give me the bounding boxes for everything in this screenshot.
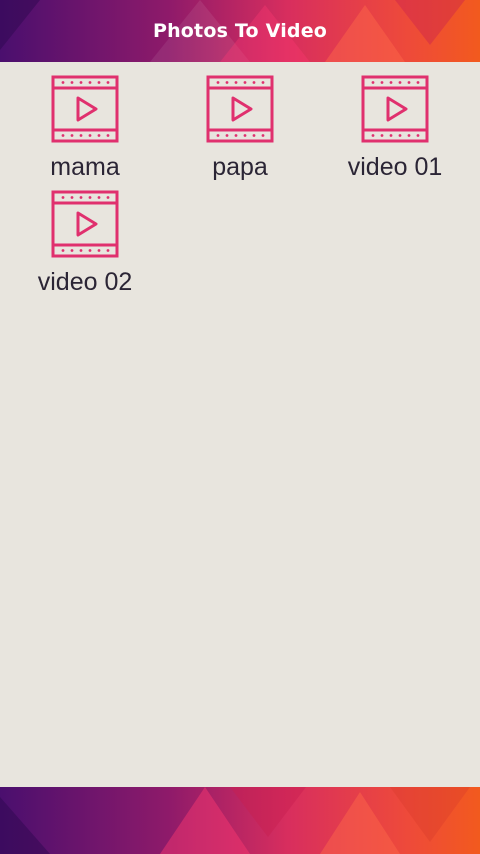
app-footer <box>0 787 480 854</box>
video-item[interactable]: video 02 <box>15 177 155 296</box>
video-item-label: papa <box>212 153 268 181</box>
video-item-label: video 01 <box>347 153 443 181</box>
video-film-icon <box>51 75 119 143</box>
footer-background <box>0 787 480 854</box>
video-item[interactable]: mama <box>15 62 155 181</box>
app-screen: Photos To Video mama papa video 01 video 02 <box>0 0 480 854</box>
video-film-icon <box>206 75 274 143</box>
app-header: Photos To Video <box>0 0 480 62</box>
video-film-icon <box>361 75 429 143</box>
video-item[interactable]: papa <box>170 62 310 181</box>
app-title: Photos To Video <box>152 20 328 42</box>
video-film-icon <box>51 190 119 258</box>
video-item-label: video 02 <box>37 268 133 296</box>
video-item[interactable]: video 01 <box>325 62 465 181</box>
